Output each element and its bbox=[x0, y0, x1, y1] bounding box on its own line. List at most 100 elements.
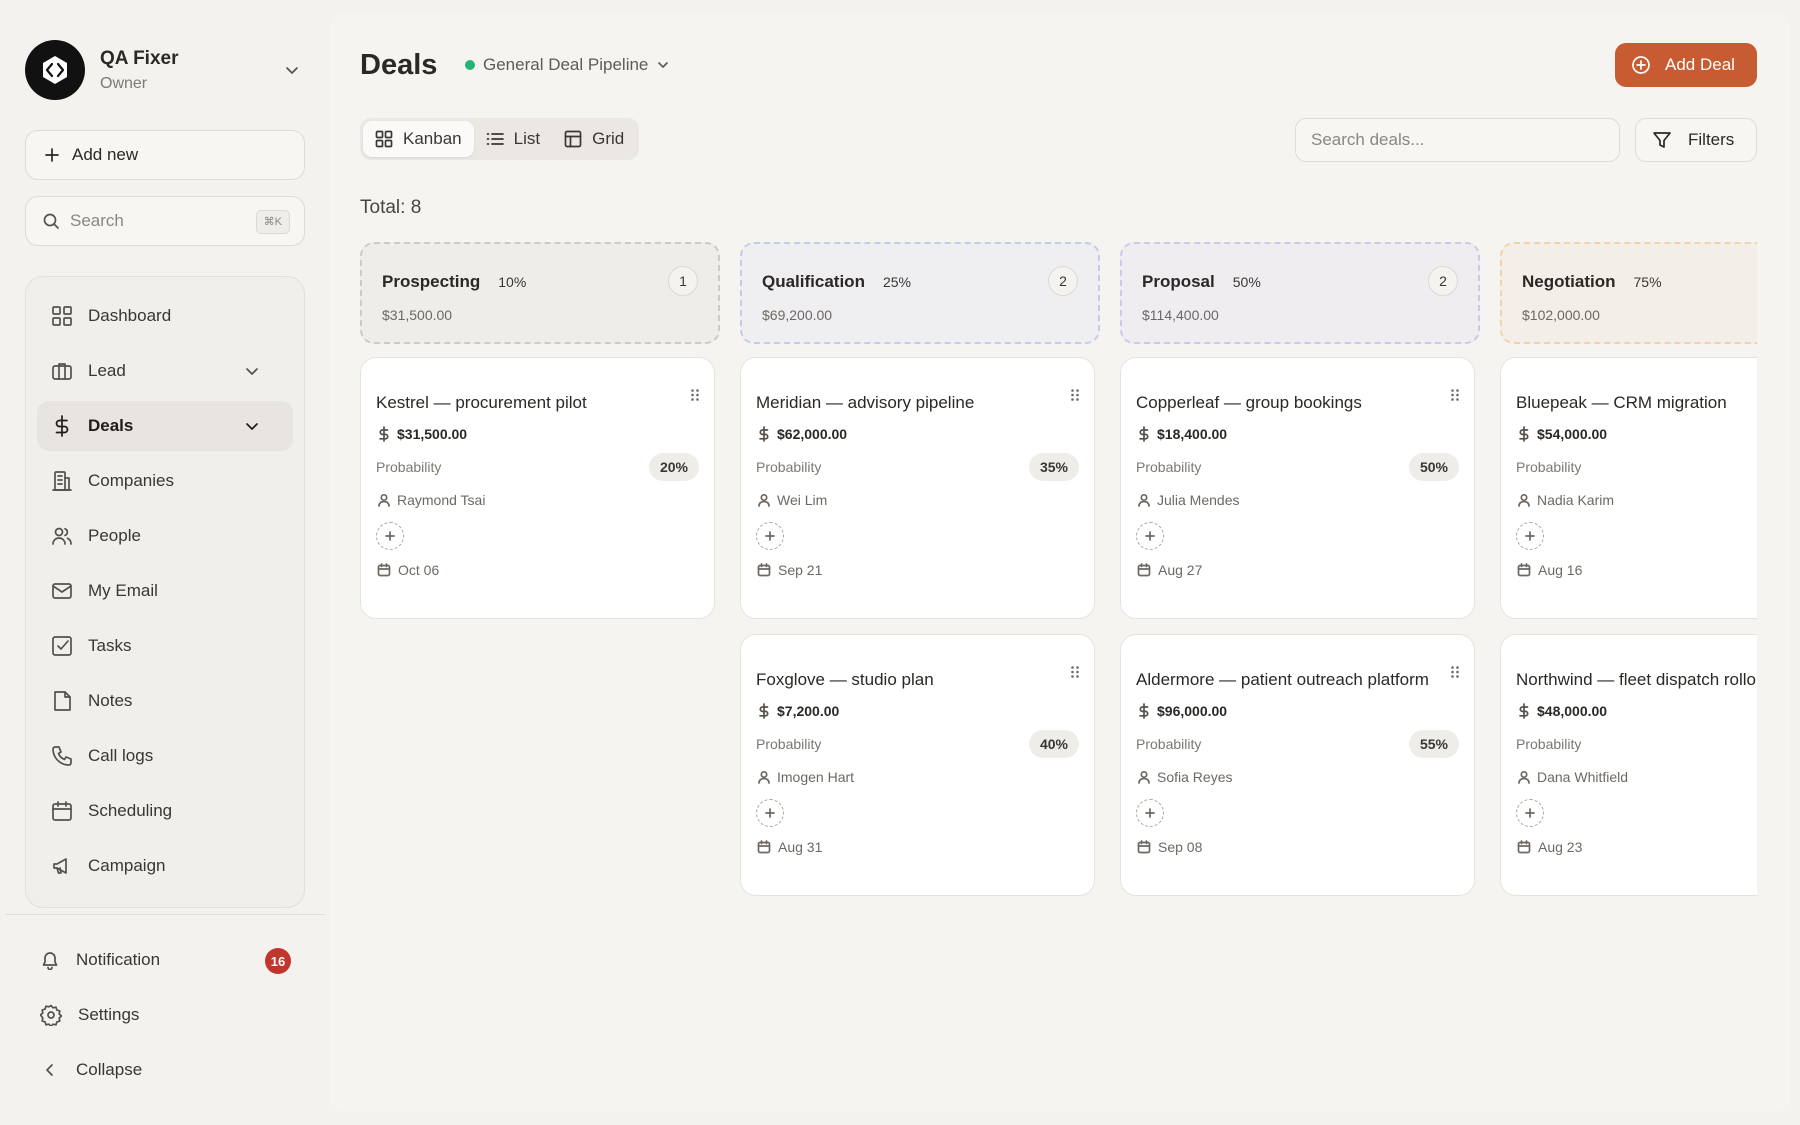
kanban-column-prospecting: Prospecting 10% 1 $31,500.00 Kestrel — pr… bbox=[360, 242, 720, 619]
deal-owner: Raymond Tsai bbox=[397, 492, 486, 508]
deal-owner: Dana Whitfield bbox=[1537, 769, 1629, 785]
drag-handle[interactable] bbox=[690, 388, 700, 402]
deal-date: Sep 21 bbox=[778, 562, 823, 578]
column-title: Prospecting bbox=[382, 272, 481, 291]
sidebar-item-call-logs[interactable]: Call logs bbox=[37, 731, 293, 781]
add-deal-button[interactable]: Add Deal bbox=[1615, 43, 1757, 87]
checkbox-icon bbox=[52, 636, 72, 656]
column-header[interactable]: Negotiation 75% $102,000.00 bbox=[1500, 242, 1757, 344]
drag-handle[interactable] bbox=[1450, 665, 1460, 679]
sidebar-item-notes[interactable]: Notes bbox=[37, 676, 293, 726]
deal-card[interactable]: Northwind — fleet dispatch rollout $48,0… bbox=[1500, 634, 1757, 896]
search-deals-input[interactable] bbox=[1295, 118, 1620, 162]
column-count-badge: 2 bbox=[1428, 266, 1458, 296]
deal-card[interactable]: Aldermore — patient outreach platform $9… bbox=[1120, 634, 1475, 896]
sidebar-search[interactable]: Search ⌘K bbox=[25, 196, 305, 246]
kanban-icon bbox=[375, 130, 393, 148]
megaphone-icon bbox=[53, 858, 67, 874]
table-icon bbox=[564, 130, 582, 148]
chevron-down-icon bbox=[246, 423, 258, 430]
column-title: Negotiation bbox=[1522, 272, 1616, 291]
column-amount: $114,400.00 bbox=[1142, 307, 1219, 323]
column-header[interactable]: Proposal 50% 2 $114,400.00 bbox=[1120, 242, 1480, 344]
add-assignee-button[interactable] bbox=[756, 522, 784, 550]
divider bbox=[5, 914, 325, 915]
sidebar-item-my-email[interactable]: My Email bbox=[37, 566, 293, 616]
tab-grid[interactable]: Grid bbox=[552, 121, 636, 157]
sidebar: QA Fixer Owner Add new Search ⌘K Dashboa… bbox=[0, 0, 330, 1125]
sidebar-item-tasks[interactable]: Tasks bbox=[37, 621, 293, 671]
add-assignee-button[interactable] bbox=[1136, 522, 1164, 550]
sidebar-item-scheduling[interactable]: Scheduling bbox=[37, 786, 293, 836]
drag-handle-icon bbox=[1451, 389, 1459, 401]
chevron-down-icon bbox=[286, 67, 298, 74]
profile-switcher[interactable]: QA Fixer Owner bbox=[25, 39, 305, 101]
sidebar-item-dashboard[interactable]: Dashboard bbox=[37, 291, 293, 341]
gear-icon bbox=[40, 1004, 62, 1026]
notification-count-badge: 16 bbox=[265, 948, 291, 974]
probability-badge: 40% bbox=[1028, 730, 1079, 758]
deal-card[interactable]: Foxglove — studio plan $7,200.00 Probabi… bbox=[740, 634, 1095, 896]
brand-logo-icon bbox=[43, 56, 67, 84]
filter-icon bbox=[1653, 132, 1671, 148]
pipeline-selector[interactable]: General Deal Pipeline bbox=[465, 55, 670, 75]
tab-list[interactable]: List bbox=[474, 121, 552, 157]
deal-date: Aug 16 bbox=[1538, 562, 1583, 578]
deal-value: $62,000.00 bbox=[777, 426, 848, 442]
add-assignee-button[interactable] bbox=[1516, 522, 1544, 550]
column-percent: 10% bbox=[498, 274, 527, 290]
dollar-icon bbox=[55, 415, 69, 437]
user-icon bbox=[758, 493, 770, 507]
mail-icon bbox=[52, 583, 72, 599]
notification-button[interactable]: Notification 16 bbox=[40, 940, 300, 980]
collapse-button[interactable]: Collapse bbox=[40, 1050, 300, 1090]
deal-title: Northwind — fleet dispatch rollout bbox=[1516, 670, 1757, 689]
probability-label: Probability bbox=[756, 459, 822, 475]
sidebar-item-deals[interactable]: Deals bbox=[37, 401, 293, 451]
probability-badge: 20% bbox=[648, 453, 699, 481]
probability-label: Probability bbox=[756, 736, 822, 752]
dollar-icon bbox=[1139, 426, 1149, 442]
deal-owner: Nadia Karim bbox=[1537, 492, 1615, 508]
add-assignee-button[interactable] bbox=[756, 799, 784, 827]
add-new-button[interactable]: Add new bbox=[25, 130, 305, 180]
add-assignee-button[interactable] bbox=[1136, 799, 1164, 827]
drag-handle[interactable] bbox=[1070, 388, 1080, 402]
chevron-down-icon bbox=[246, 368, 258, 375]
probability-badge: 55% bbox=[1408, 730, 1459, 758]
sidebar-item-campaign[interactable]: Campaign bbox=[37, 841, 293, 891]
probability-label: Probability bbox=[1136, 459, 1202, 475]
deal-title: Kestrel — procurement pilot bbox=[376, 393, 587, 412]
tab-kanban[interactable]: Kanban bbox=[363, 121, 474, 157]
deal-date: Aug 31 bbox=[778, 839, 823, 855]
drag-handle-icon bbox=[691, 389, 699, 401]
column-amount: $69,200.00 bbox=[762, 307, 833, 323]
sidebar-item-companies[interactable]: Companies bbox=[37, 456, 293, 506]
column-header[interactable]: Qualification 25% 2 $69,200.00 bbox=[740, 242, 1100, 344]
plus-icon bbox=[45, 148, 59, 162]
deal-value: $31,500.00 bbox=[397, 426, 468, 442]
users-icon bbox=[52, 527, 72, 545]
deal-card[interactable]: Kestrel — procurement pilot $31,500.00 P… bbox=[360, 357, 715, 619]
chevron-left-icon bbox=[46, 1064, 53, 1076]
column-header[interactable]: Prospecting 10% 1 $31,500.00 bbox=[360, 242, 720, 344]
chevron-down-icon bbox=[658, 62, 669, 68]
deal-value: $18,400.00 bbox=[1157, 426, 1228, 442]
drag-handle[interactable] bbox=[1070, 665, 1080, 679]
filters-button[interactable]: Filters bbox=[1635, 118, 1757, 162]
dollar-icon bbox=[1519, 703, 1529, 719]
deal-value: $54,000.00 bbox=[1537, 426, 1608, 442]
deal-card[interactable]: Copperleaf — group bookings $18,400.00 P… bbox=[1120, 357, 1475, 619]
deal-value: $96,000.00 bbox=[1157, 703, 1228, 719]
add-assignee-button[interactable] bbox=[1516, 799, 1544, 827]
sidebar-item-lead[interactable]: Lead bbox=[37, 346, 293, 396]
deal-card[interactable]: Bluepeak — CRM migration $54,000.00 Prob… bbox=[1500, 357, 1757, 619]
dollar-icon bbox=[379, 426, 389, 442]
sidebar-item-people[interactable]: People bbox=[37, 511, 293, 561]
deal-card[interactable]: Meridian — advisory pipeline $62,000.00 … bbox=[740, 357, 1095, 619]
settings-button[interactable]: Settings bbox=[40, 995, 300, 1035]
drag-handle[interactable] bbox=[1450, 388, 1460, 402]
deal-title: Aldermore — patient outreach platform bbox=[1136, 670, 1429, 689]
list-icon bbox=[486, 133, 504, 145]
add-assignee-button[interactable] bbox=[376, 522, 404, 550]
